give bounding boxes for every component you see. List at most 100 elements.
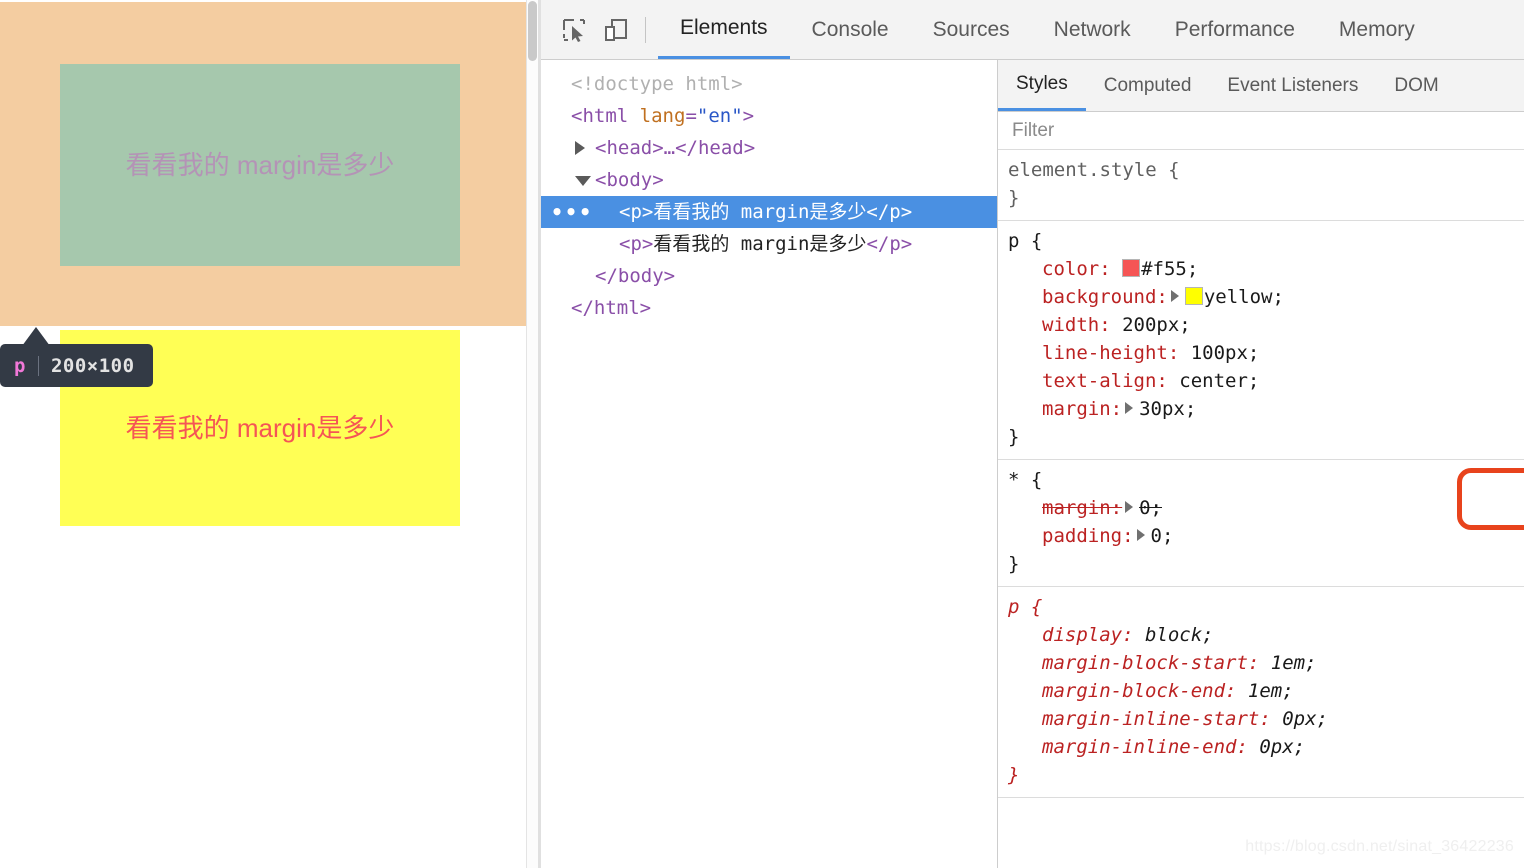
tab-computed[interactable]: Computed bbox=[1086, 60, 1210, 111]
prop-name: margin: bbox=[1042, 398, 1123, 420]
expand-caret-icon[interactable] bbox=[1125, 501, 1134, 513]
prop-value: yellow; bbox=[1203, 286, 1284, 308]
dom-row-body-close[interactable]: </body> bbox=[541, 260, 997, 292]
prop-value: 1em; bbox=[1247, 680, 1294, 702]
prop-value: 200px; bbox=[1122, 314, 1191, 336]
declaration-margin-overridden[interactable]: margin: 0; bbox=[1008, 494, 1524, 522]
html-tagname: html bbox=[582, 105, 629, 127]
tab-console[interactable]: Console bbox=[790, 0, 911, 59]
tab-memory[interactable]: Memory bbox=[1317, 0, 1437, 59]
html-attr-value: "en" bbox=[696, 105, 743, 127]
prop-name: margin-block-start: bbox=[1042, 652, 1260, 674]
tab-performance[interactable]: Performance bbox=[1153, 0, 1317, 59]
styles-tab-strip: Styles Computed Event Listeners DOM bbox=[998, 60, 1524, 112]
expand-caret-icon[interactable] bbox=[1125, 402, 1134, 414]
expand-triangle-icon[interactable] bbox=[575, 141, 585, 155]
tab-event-listeners[interactable]: Event Listeners bbox=[1209, 60, 1376, 111]
declaration-margin-block-start[interactable]: margin-block-start: 1em; bbox=[1008, 649, 1524, 677]
watermark: https://blog.csdn.net/sinat_36422236 bbox=[1245, 838, 1514, 855]
declaration-line-height[interactable]: line-height: 100px; bbox=[1008, 339, 1524, 367]
child-ellipsis-badge[interactable]: ••• bbox=[551, 202, 593, 222]
inspect-element-button[interactable] bbox=[553, 9, 595, 51]
prop-value: 0; bbox=[1150, 525, 1174, 547]
declaration-text-align[interactable]: text-align: center; bbox=[1008, 367, 1524, 395]
dom-row-html-close[interactable]: </html> bbox=[541, 292, 997, 324]
annotation-prop: margin: bbox=[1491, 480, 1524, 502]
prop-name: display: bbox=[1042, 624, 1134, 646]
color-swatch-icon[interactable] bbox=[1184, 287, 1203, 305]
device-toolbar-icon bbox=[605, 18, 627, 41]
prop-value: center; bbox=[1179, 370, 1260, 392]
prop-name: text-align: bbox=[1042, 370, 1168, 392]
devtools-screenshot: 看看我的 margin是多少 看看我的 margin是多少 p 200×100 bbox=[0, 0, 1524, 868]
body-close: </body> bbox=[595, 265, 676, 287]
prop-name: color: bbox=[1042, 258, 1111, 280]
dom-row-head[interactable]: <head>…</head> bbox=[541, 132, 997, 164]
prop-value: 0; bbox=[1139, 497, 1162, 519]
prop-value: 0px; bbox=[1282, 708, 1328, 730]
prop-value: 100px; bbox=[1190, 342, 1260, 364]
prop-name: width: bbox=[1042, 314, 1111, 336]
p1-close-tag: </p> bbox=[866, 201, 913, 223]
tab-elements[interactable]: Elements bbox=[658, 0, 790, 59]
prop-name: background: bbox=[1042, 286, 1168, 308]
tab-dom-breakpoints[interactable]: DOM bbox=[1376, 60, 1456, 111]
rule-p-user-agent[interactable]: p { display: block; margin-block-start: … bbox=[998, 587, 1524, 798]
tab-sources[interactable]: Sources bbox=[911, 0, 1032, 59]
declaration-width[interactable]: width: 200px; bbox=[1008, 311, 1524, 339]
rule-selector: element.style { bbox=[1008, 159, 1180, 181]
p2-lt: < bbox=[619, 233, 631, 255]
expand-caret-icon[interactable] bbox=[1170, 290, 1179, 302]
rule-p-author[interactable]: p { color: #f55; background: yellow; widt… bbox=[998, 221, 1524, 460]
page-scrollbar[interactable] bbox=[526, 0, 538, 868]
inspect-element-icon bbox=[563, 18, 585, 42]
dom-row-doctype[interactable]: <!doctype html> bbox=[541, 68, 997, 100]
paragraph-1-text: 看看我的 margin是多少 bbox=[125, 150, 395, 180]
prop-name: margin-inline-end: bbox=[1042, 736, 1248, 758]
rule-universal[interactable]: * { margin: 0; padding: 0; } bbox=[998, 460, 1524, 587]
declaration-margin-inline-end[interactable]: margin-inline-end: 0px; bbox=[1008, 733, 1524, 761]
rule-close-brace: } bbox=[1008, 426, 1020, 448]
color-swatch-icon[interactable] bbox=[1122, 259, 1141, 277]
declaration-color[interactable]: color: #f55; bbox=[1008, 255, 1524, 283]
inspector-tooltip-size: 200×100 bbox=[50, 354, 135, 377]
declaration-margin-block-end[interactable]: margin-block-end: 1em; bbox=[1008, 677, 1524, 705]
body-open: <body> bbox=[595, 169, 664, 191]
declaration-padding[interactable]: padding: 0; bbox=[1008, 522, 1524, 550]
dom-row-p-selected[interactable]: ••• <p> 看看我的 margin是多少 </p> bbox=[541, 196, 997, 228]
prop-value: 0px; bbox=[1259, 736, 1306, 758]
collapse-triangle-icon[interactable] bbox=[575, 176, 591, 186]
declaration-margin-inline-start[interactable]: margin-inline-start: 0px; bbox=[1008, 705, 1524, 733]
prop-name: line-height: bbox=[1042, 342, 1180, 364]
inspector-tooltip-tag: p bbox=[14, 354, 26, 377]
dom-row-p-second[interactable]: < p > 看看我的 margin是多少 </p > bbox=[541, 228, 997, 260]
device-toolbar-button[interactable] bbox=[595, 9, 637, 51]
devtools-body: <!doctype html> < html lang = "en" > <head>…… bbox=[541, 60, 1524, 868]
inspector-tooltip: p 200×100 bbox=[0, 344, 153, 387]
html-gt: > bbox=[742, 105, 755, 127]
html-attr-eq: = bbox=[685, 105, 697, 127]
tab-network[interactable]: Network bbox=[1032, 0, 1153, 59]
dom-row-body-open[interactable]: <body> bbox=[541, 164, 997, 196]
page-scrollbar-thumb[interactable] bbox=[528, 1, 537, 61]
p1-open-tag: <p> bbox=[619, 201, 654, 223]
rule-element-style[interactable]: element.style { } bbox=[998, 150, 1524, 221]
p2-close-lt: </ bbox=[866, 233, 890, 255]
head-line: <head>…</head> bbox=[595, 137, 756, 159]
page-viewport: 看看我的 margin是多少 看看我的 margin是多少 p 200×100 bbox=[0, 0, 538, 868]
devtools-panel: Elements Console Sources Network Perform… bbox=[541, 0, 1524, 868]
rule-selector: * { bbox=[1008, 469, 1043, 491]
styles-filter-input[interactable]: Filter bbox=[998, 112, 1524, 150]
declaration-display[interactable]: display: block; bbox=[1008, 621, 1524, 649]
declaration-background[interactable]: background: yellow; bbox=[1008, 283, 1524, 311]
tab-styles[interactable]: Styles bbox=[998, 60, 1086, 111]
html-lt: < bbox=[571, 105, 583, 127]
doctype-text: <!doctype html> bbox=[571, 73, 743, 95]
declaration-margin[interactable]: margin: 30px; bbox=[1008, 395, 1524, 423]
rule-close-brace: } bbox=[1008, 764, 1020, 786]
prop-value: 1em; bbox=[1270, 652, 1317, 674]
expand-caret-icon[interactable] bbox=[1136, 529, 1145, 541]
toolbar-divider bbox=[645, 16, 646, 43]
dom-row-html-open[interactable]: < html lang = "en" > bbox=[541, 100, 997, 132]
dom-tree-pane[interactable]: <!doctype html> < html lang = "en" > <head>…… bbox=[541, 60, 998, 868]
